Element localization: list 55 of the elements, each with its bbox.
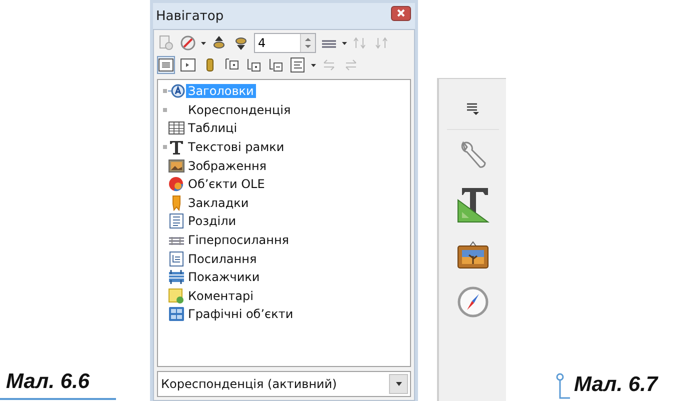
ruler-and-letter-icon — [456, 186, 490, 224]
content-view-button[interactable] — [179, 56, 197, 74]
caret-icon[interactable] — [201, 42, 206, 44]
drawing-object-icon — [168, 306, 185, 322]
document-dropdown[interactable]: Кореспонденція (активний) — [157, 371, 411, 397]
heading-down-button[interactable] — [245, 56, 263, 74]
content-view-icon — [180, 57, 196, 73]
tree-item[interactable]: Гіперпосилання — [186, 233, 292, 248]
comment-icon — [168, 288, 185, 304]
caret-icon[interactable] — [311, 64, 316, 66]
ole-object-icon — [168, 176, 185, 192]
figure-caption: Мал. 6.6 — [5, 370, 91, 395]
menu-icon — [466, 103, 478, 115]
promote-icon — [352, 35, 368, 51]
tree-item[interactable]: Таблиці — [186, 121, 240, 136]
move-up-icon — [321, 57, 337, 73]
tree-item[interactable]: Покажчики — [186, 270, 262, 284]
text-frame-icon — [168, 139, 185, 156]
close-button[interactable] — [391, 6, 411, 20]
tree-item[interactable]: Кореспонденція — [186, 102, 293, 117]
tree-item[interactable]: Текстові рамки — [186, 140, 286, 154]
index-icon — [168, 269, 185, 286]
tree-item[interactable]: Коментарі — [186, 288, 256, 303]
ruler-and-letter-button[interactable] — [456, 186, 490, 224]
demote-icon — [374, 35, 390, 51]
tree-item[interactable]: Графічні об’єкти — [186, 307, 296, 322]
table-icon — [168, 120, 185, 136]
heading-down-icon — [246, 57, 262, 73]
list-box-icon — [158, 57, 174, 73]
close-icon — [397, 9, 405, 17]
tree-item[interactable]: Посилання — [186, 252, 259, 266]
outline-button[interactable] — [289, 56, 307, 74]
list-box-button[interactable] — [157, 56, 175, 74]
caret-icon[interactable] — [396, 382, 402, 386]
tree-item[interactable]: Закладки — [186, 196, 251, 210]
heading-level-button[interactable] — [267, 56, 285, 74]
document-icon — [158, 35, 174, 51]
caret-icon[interactable] — [342, 42, 347, 44]
tree-item[interactable]: Зображення — [186, 158, 269, 173]
headings-icon — [168, 83, 185, 100]
section-icon — [168, 213, 185, 230]
reference-icon — [168, 250, 185, 267]
move-down-icon — [343, 57, 359, 73]
window-title: Навігатор — [156, 8, 224, 24]
tree-item[interactable]: Розділи — [186, 214, 238, 228]
leader-line — [556, 373, 570, 399]
tree-item[interactable]: Об’єкти OLE — [186, 177, 267, 192]
picture-frame-icon — [456, 239, 488, 269]
outline-icon — [290, 57, 306, 73]
image-icon — [168, 158, 185, 174]
level-spin-field[interactable]: 4 — [254, 33, 316, 53]
figure-caption: Мал. 6.7 — [574, 373, 658, 397]
heading-level-icon — [268, 57, 284, 73]
picture-frame-button[interactable] — [456, 239, 488, 269]
menu-button[interactable] — [466, 103, 478, 115]
